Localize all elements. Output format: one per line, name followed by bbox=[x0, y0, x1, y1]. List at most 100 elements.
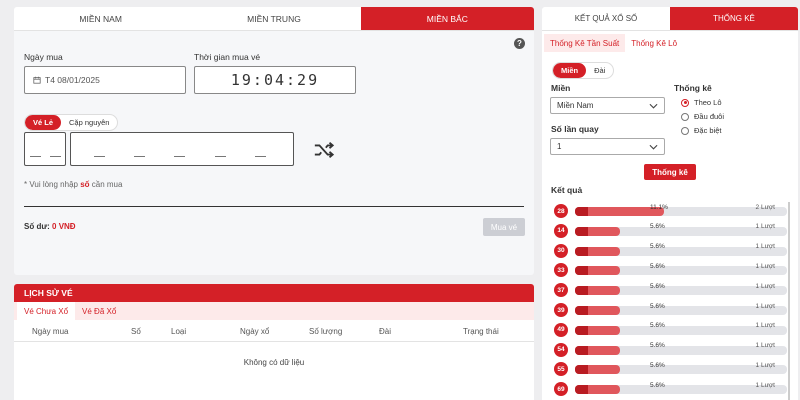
radio-theo-lo[interactable]: Theo Lô bbox=[681, 98, 722, 107]
result-percent: 5.6% bbox=[650, 223, 665, 231]
tab-ve-da-xo[interactable]: Vé Đã Xổ bbox=[75, 302, 123, 320]
result-percent: 5.6% bbox=[650, 361, 665, 369]
result-row: 49 5.6% 1 Lượt bbox=[554, 322, 787, 338]
rounds-label: Số lần quay bbox=[551, 124, 599, 134]
result-number: 28 bbox=[554, 204, 568, 218]
result-percent: 5.6% bbox=[650, 262, 665, 270]
toggle-dai[interactable]: Đài bbox=[586, 63, 613, 78]
stats-subtabs: Thống Kê Tần Suất Thống Kê Lô bbox=[542, 34, 798, 52]
tab-thong-ke[interactable]: THỐNG KÊ bbox=[670, 7, 798, 30]
result-count: 1 Lượt bbox=[755, 342, 775, 350]
result-number: 54 bbox=[554, 342, 568, 357]
result-number: 33 bbox=[554, 263, 568, 278]
col-ngay-xo: Ngày xổ bbox=[240, 327, 270, 336]
result-number: 14 bbox=[554, 223, 568, 238]
frequency-fill bbox=[575, 306, 620, 315]
date-field[interactable]: T4 08/01/2025 bbox=[24, 66, 186, 94]
region-tabs: MIỀN NAM MIỀN TRUNG MIỀN BẮC bbox=[14, 7, 534, 31]
result-number: 37 bbox=[554, 283, 568, 298]
balance: Số dư: 0 VNĐ bbox=[24, 222, 76, 231]
thong-ke-button[interactable]: Thống kê bbox=[644, 164, 696, 180]
col-so: Số bbox=[131, 327, 141, 336]
number-input-long[interactable] bbox=[70, 132, 294, 166]
time-label: Thời gian mua vé bbox=[194, 52, 261, 62]
col-so-luong: Số lượng bbox=[309, 327, 343, 336]
result-row: 55 5.6% 1 Lượt bbox=[554, 361, 787, 377]
result-percent: 11.1% bbox=[650, 203, 668, 211]
result-row: 28 11.1% 2 Lượt bbox=[554, 203, 787, 219]
result-number: 69 bbox=[554, 382, 568, 397]
scrollbar[interactable] bbox=[788, 202, 790, 400]
result-row: 37 5.6% 1 Lượt bbox=[554, 282, 787, 298]
history-table-header: Ngày mua Số Loại Ngày xổ Số lượng Đài Tr… bbox=[14, 320, 534, 342]
radio-dau-duoi[interactable]: Đầu đuôi bbox=[681, 112, 724, 121]
shuffle-icon[interactable] bbox=[313, 140, 335, 160]
tab-ket-qua-xo-so[interactable]: KẾT QUẢ XỔ SỐ bbox=[542, 7, 670, 30]
rounds-select[interactable]: 1 bbox=[550, 138, 665, 155]
result-count: 1 Lượt bbox=[755, 361, 775, 369]
result-percent: 5.6% bbox=[650, 243, 665, 251]
col-ngay-mua: Ngày mua bbox=[32, 327, 69, 336]
result-row: 33 5.6% 1 Lượt bbox=[554, 262, 787, 278]
tab-thong-ke-tan-suat[interactable]: Thống Kê Tần Suất bbox=[544, 34, 626, 52]
result-count: 1 Lượt bbox=[755, 262, 775, 270]
empty-message: Không có dữ liệu bbox=[243, 358, 305, 367]
mode-cap-nguyen[interactable]: Cặp nguyên bbox=[61, 115, 117, 130]
divider bbox=[24, 206, 524, 207]
rounds-select-value: 1 bbox=[557, 142, 562, 151]
result-row: 39 5.6% 1 Lượt bbox=[554, 302, 787, 318]
result-count: 1 Lượt bbox=[755, 302, 775, 310]
frequency-fill bbox=[575, 345, 620, 355]
chevron-down-icon bbox=[649, 144, 658, 150]
region-type-toggle: Miền Đài bbox=[552, 62, 615, 79]
radio-dac-biet[interactable]: Đặc biệt bbox=[681, 126, 722, 135]
result-count: 1 Lượt bbox=[755, 381, 775, 389]
frequency-fill bbox=[575, 325, 620, 335]
col-trang-thai: Trạng thái bbox=[463, 327, 499, 336]
tab-thong-ke-lo[interactable]: Thống Kê Lô bbox=[625, 34, 683, 52]
time-display: 19:04:29 bbox=[194, 66, 356, 94]
balance-value: 0 VNĐ bbox=[52, 222, 76, 231]
frequency-fill bbox=[575, 266, 620, 276]
statistics-panel: KẾT QUẢ XỔ SỐ THỐNG KÊ Thống Kê Tần Suất… bbox=[542, 7, 798, 400]
mien-label: Miền bbox=[551, 83, 571, 93]
result-count: 1 Lượt bbox=[755, 223, 775, 231]
mien-select[interactable]: Miền Nam bbox=[550, 97, 665, 114]
mien-select-value: Miền Nam bbox=[557, 101, 594, 110]
chevron-down-icon bbox=[649, 103, 658, 109]
number-input-short[interactable] bbox=[24, 132, 66, 166]
stats-tabs: KẾT QUẢ XỔ SỐ THỐNG KÊ bbox=[542, 7, 798, 31]
input-hint: * Vui lòng nhập số cần mua bbox=[24, 180, 123, 189]
tab-ve-chua-xo[interactable]: Vé Chưa Xổ bbox=[17, 302, 76, 320]
date-value: T4 08/01/2025 bbox=[45, 75, 100, 85]
tab-mien-trung[interactable]: MIỀN TRUNG bbox=[187, 7, 360, 30]
result-count: 1 Lượt bbox=[755, 322, 775, 330]
result-row: 30 5.6% 1 Lượt bbox=[554, 243, 787, 259]
frequency-fill bbox=[575, 226, 620, 236]
tab-mien-bac[interactable]: MIỀN BẮC bbox=[360, 7, 534, 30]
type-label: Thống kê bbox=[674, 83, 712, 93]
result-count: 1 Lượt bbox=[755, 282, 775, 290]
result-percent: 5.6% bbox=[650, 342, 665, 350]
result-percent: 5.6% bbox=[650, 302, 665, 310]
ticket-purchase-panel: MIỀN NAM MIỀN TRUNG MIỀN BẮC ? Ngày mua … bbox=[14, 7, 534, 275]
result-count: 2 Lượt bbox=[755, 203, 775, 211]
date-label: Ngày mua bbox=[24, 52, 63, 62]
toggle-mien[interactable]: Miền bbox=[553, 63, 587, 78]
ticket-mode-toggle: Vé Lẻ Cặp nguyên bbox=[24, 114, 119, 131]
history-title: LỊCH SỬ VÉ bbox=[14, 284, 534, 302]
frequency-fill bbox=[575, 365, 620, 375]
ticket-history-panel: LỊCH SỬ VÉ Vé Chưa Xổ Vé Đã Xổ Ngày mua … bbox=[14, 284, 534, 400]
result-row: 69 5.6% 1 Lượt bbox=[554, 381, 787, 397]
frequency-fill bbox=[575, 286, 620, 296]
frequency-fill bbox=[575, 246, 620, 256]
result-label: Kết quả bbox=[551, 185, 583, 195]
help-icon[interactable]: ? bbox=[514, 38, 525, 49]
col-dai: Đài bbox=[379, 327, 392, 336]
mode-ve-le[interactable]: Vé Lẻ bbox=[25, 115, 62, 130]
result-number: 55 bbox=[554, 362, 568, 377]
col-loai: Loại bbox=[171, 327, 187, 336]
tab-mien-nam[interactable]: MIỀN NAM bbox=[14, 7, 187, 30]
result-count: 1 Lượt bbox=[755, 243, 775, 251]
buy-ticket-button[interactable]: Mua vé bbox=[483, 218, 525, 236]
